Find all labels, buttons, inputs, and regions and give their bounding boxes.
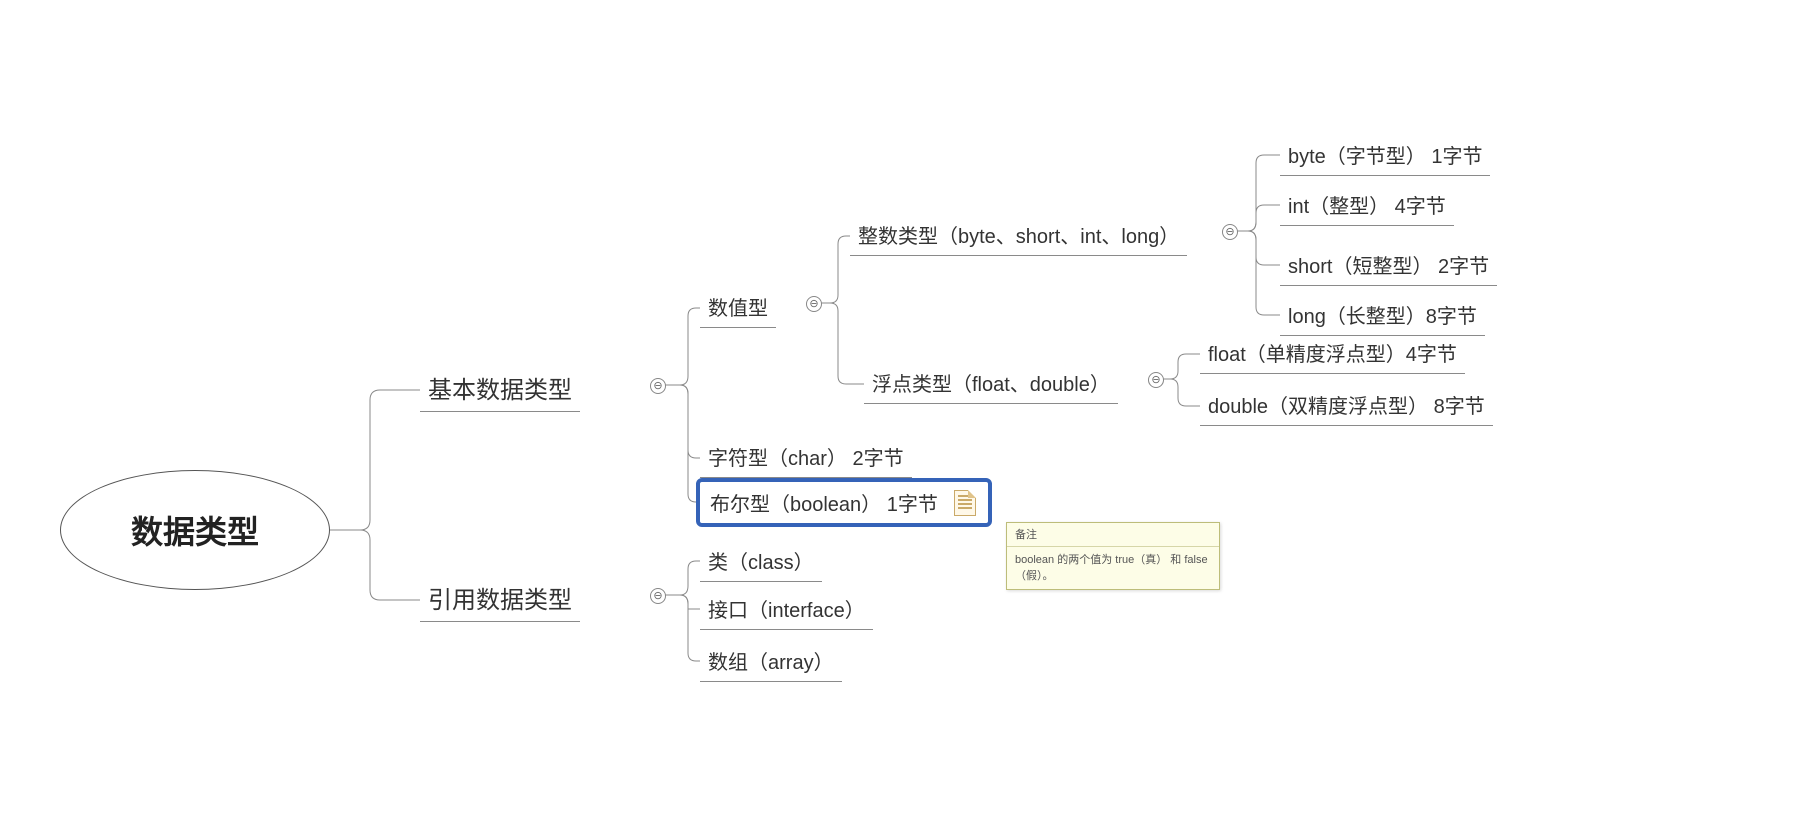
node-basic-label: 基本数据类型 — [428, 377, 572, 404]
note-icon[interactable] — [954, 490, 976, 516]
toggle-reference[interactable]: ⊖ — [650, 588, 666, 604]
node-basic[interactable]: 基本数据类型 — [420, 366, 580, 412]
toggle-integer[interactable]: ⊖ — [1222, 224, 1238, 240]
node-reference[interactable]: 引用数据类型 — [420, 576, 580, 622]
node-float-label: float（单精度浮点型）4字节 — [1208, 344, 1457, 366]
node-integer[interactable]: 整数类型（byte、short、int、long） — [850, 216, 1187, 256]
node-short[interactable]: short（短整型） 2字节 — [1280, 246, 1497, 286]
node-double[interactable]: double（双精度浮点型） 8字节 — [1200, 386, 1493, 426]
node-boolean[interactable]: 布尔型（boolean） 1字节 — [696, 478, 992, 527]
toggle-basic[interactable]: ⊖ — [650, 378, 666, 394]
toggle-float[interactable]: ⊖ — [1148, 372, 1164, 388]
node-array[interactable]: 数组（array） — [700, 642, 842, 682]
node-interface[interactable]: 接口（interface） — [700, 590, 873, 630]
note-tooltip: 备注 boolean 的两个值为 true（真） 和 false（假）。 — [1006, 522, 1220, 590]
node-reference-label: 引用数据类型 — [428, 587, 572, 614]
node-interface-label: 接口（interface） — [708, 600, 865, 622]
node-numeric-label: 数值型 — [708, 298, 768, 320]
tooltip-body: boolean 的两个值为 true（真） 和 false（假）。 — [1007, 547, 1219, 589]
node-int-label: int（整型） 4字节 — [1288, 196, 1446, 218]
node-class-label: 类（class） — [708, 552, 814, 574]
node-byte[interactable]: byte（字节型） 1字节 — [1280, 136, 1490, 176]
node-array-label: 数组（array） — [708, 652, 834, 674]
node-char[interactable]: 字符型（char） 2字节 — [700, 438, 912, 478]
node-boolean-label: 布尔型（boolean） 1字节 — [710, 494, 938, 516]
node-integer-label: 整数类型（byte、short、int、long） — [858, 226, 1179, 248]
node-double-label: double（双精度浮点型） 8字节 — [1208, 396, 1485, 418]
node-short-label: short（短整型） 2字节 — [1288, 256, 1489, 278]
mindmap-connectors — [0, 0, 1795, 834]
node-int[interactable]: int（整型） 4字节 — [1280, 186, 1454, 226]
node-class[interactable]: 类（class） — [700, 542, 822, 582]
node-long-label: long（长整型）8字节 — [1288, 306, 1477, 328]
node-char-label: 字符型（char） 2字节 — [708, 448, 904, 470]
node-numeric[interactable]: 数值型 — [700, 288, 776, 328]
node-byte-label: byte（字节型） 1字节 — [1288, 146, 1482, 168]
tooltip-title: 备注 — [1007, 523, 1219, 547]
toggle-numeric[interactable]: ⊖ — [806, 296, 822, 312]
node-root[interactable]: 数据类型 — [60, 470, 330, 590]
node-float-group-label: 浮点类型（float、double） — [872, 374, 1110, 396]
node-long[interactable]: long（长整型）8字节 — [1280, 296, 1485, 336]
node-root-label: 数据类型 — [131, 507, 259, 553]
node-float-group[interactable]: 浮点类型（float、double） — [864, 364, 1118, 404]
node-float[interactable]: float（单精度浮点型）4字节 — [1200, 334, 1465, 374]
